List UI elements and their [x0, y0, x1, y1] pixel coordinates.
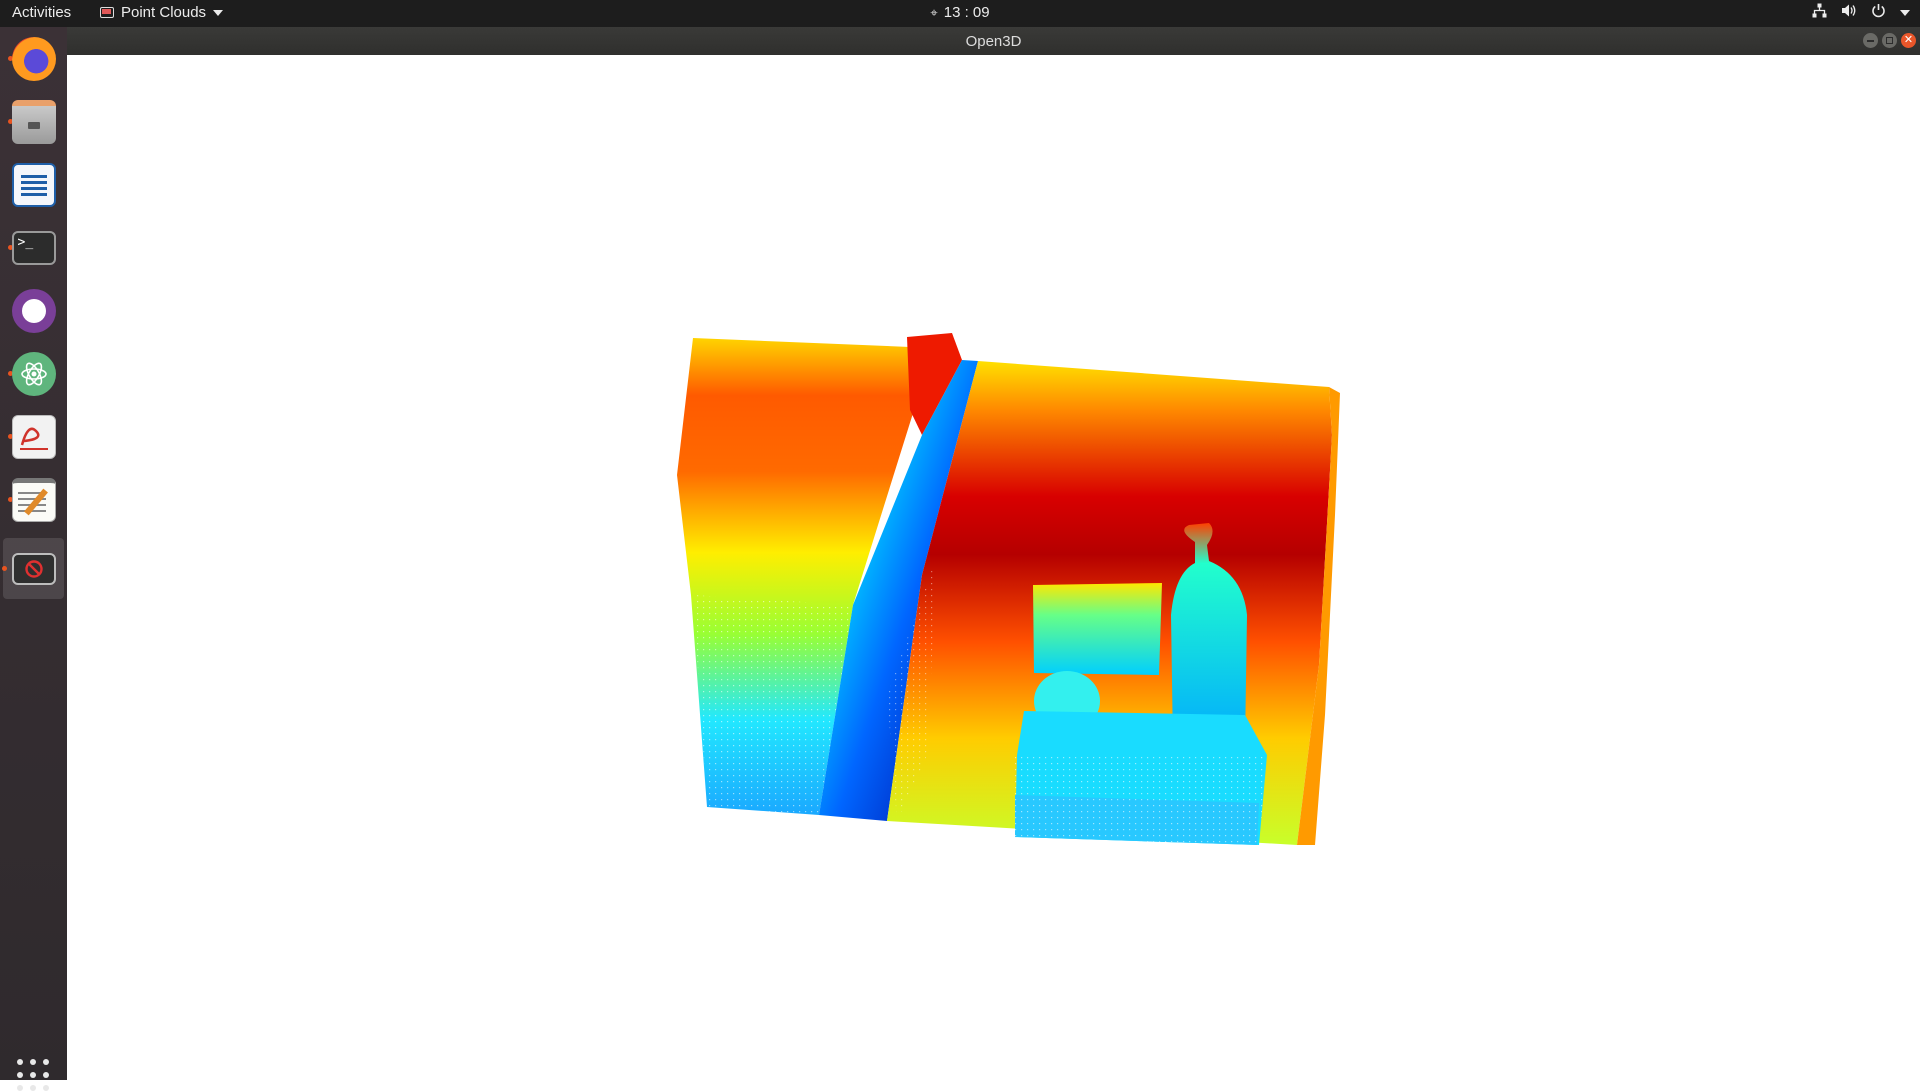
alarm-icon: ⌖	[930, 4, 938, 20]
dock-item-atom[interactable]	[6, 346, 61, 401]
running-indicator	[2, 566, 7, 571]
dock-item-writer[interactable]	[6, 157, 61, 212]
close-button[interactable]: ✕	[1901, 33, 1916, 48]
window-title: Open3D	[965, 33, 1022, 50]
clock-label: 13 : 09	[943, 4, 990, 21]
dock-item-files[interactable]	[6, 94, 61, 149]
dock-item-firefox[interactable]	[6, 31, 61, 86]
activities-button[interactable]: Activities	[12, 4, 71, 21]
network-icon[interactable]	[1812, 3, 1827, 22]
terminal-icon: >_	[11, 230, 56, 265]
power-icon[interactable]	[1871, 3, 1886, 22]
dock-item-github[interactable]	[6, 283, 61, 338]
chevron-down-icon[interactable]	[1900, 9, 1910, 16]
point-cloud-render	[677, 333, 1340, 845]
open3d-viewport[interactable]	[67, 55, 1920, 1080]
show-applications-icon[interactable]	[17, 1059, 49, 1091]
atom-icon	[11, 351, 56, 396]
dock-item-document-viewer[interactable]	[6, 409, 61, 464]
top-bar: Activities Point Clouds ⌖ 13 : 09	[0, 0, 1920, 27]
maximize-button[interactable]	[1882, 33, 1897, 48]
no-entry-icon	[11, 552, 56, 585]
volume-icon[interactable]	[1841, 3, 1857, 22]
window-titlebar[interactable]: Open3D ✕	[67, 27, 1920, 55]
app-menu-label: Point Clouds	[121, 4, 207, 21]
dock: >_	[0, 27, 67, 1091]
dock-item-text-editor[interactable]	[6, 472, 61, 527]
document-viewer-icon	[11, 414, 56, 459]
minimize-button[interactable]	[1863, 33, 1878, 48]
system-tray[interactable]	[1812, 3, 1910, 22]
clock-button[interactable]: ⌖ 13 : 09	[930, 4, 989, 21]
text-editor-icon	[11, 477, 56, 522]
chevron-down-icon	[213, 9, 224, 16]
github-icon	[11, 288, 56, 333]
dock-item-terminal[interactable]: >_	[6, 220, 61, 275]
app-window-icon	[100, 7, 114, 18]
dock-item-open3d[interactable]	[2, 538, 64, 599]
firefox-icon	[11, 36, 56, 81]
files-icon	[11, 99, 56, 144]
app-menu-button[interactable]: Point Clouds	[100, 4, 224, 21]
writer-icon	[11, 162, 56, 207]
